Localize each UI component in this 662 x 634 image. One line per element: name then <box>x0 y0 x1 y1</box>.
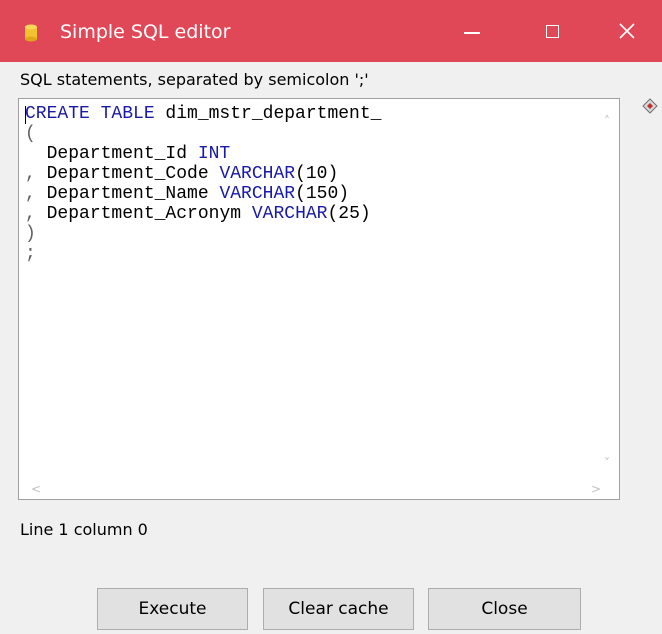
minimize-icon <box>464 32 480 34</box>
sql-token: (10) <box>295 164 339 184</box>
diamond-marker-icon[interactable] <box>642 98 658 114</box>
sql-text-area[interactable]: CREATE TABLE dim_mstr_department_( Depar… <box>18 98 620 500</box>
sql-token: Department_Id <box>25 144 198 164</box>
window-title: Simple SQL editor <box>60 21 231 43</box>
horizontal-scrollbar[interactable]: < > <box>19 481 601 499</box>
title-bar[interactable]: Simple SQL editor <box>0 0 662 62</box>
code-line: , Department_Name VARCHAR(150) <box>25 184 381 204</box>
sql-keyword: CREATE TABLE <box>25 104 155 124</box>
sql-token: Department_Code <box>35 164 220 184</box>
sql-token: (150) <box>295 184 350 204</box>
sql-token: , <box>25 204 36 224</box>
close-window-button[interactable] <box>592 0 662 62</box>
sql-keyword: INT <box>197 144 231 164</box>
vertical-scrollbar[interactable]: ˄ ˅ <box>601 99 619 481</box>
sql-token: Department_Name <box>35 184 220 204</box>
code-line: , Department_Code VARCHAR(10) <box>25 164 381 184</box>
sql-keyword: VARCHAR <box>219 184 296 204</box>
sql-token: dim_mstr_department_ <box>154 104 382 124</box>
sql-token: , <box>25 184 36 204</box>
scroll-right-icon[interactable]: > <box>591 483 601 495</box>
sql-token: ; <box>25 244 36 264</box>
code-line: ) <box>25 224 381 244</box>
scroll-left-icon[interactable]: < <box>31 483 41 495</box>
maximize-button[interactable] <box>512 0 592 62</box>
close-icon <box>619 23 635 39</box>
close-button[interactable]: Close <box>428 588 581 630</box>
sql-token: Department_Acronym <box>35 204 252 224</box>
sql-token: , <box>25 164 36 184</box>
sql-editor-window: Simple SQL editor SQL statements, separa… <box>0 0 662 634</box>
scroll-up-icon[interactable]: ˄ <box>604 115 610 127</box>
database-icon <box>25 24 37 42</box>
sql-token: ( <box>25 124 36 144</box>
sql-code: CREATE TABLE dim_mstr_department_( Depar… <box>25 104 381 264</box>
scroll-down-icon[interactable]: ˅ <box>604 457 610 469</box>
sql-token: ) <box>25 224 36 244</box>
sql-keyword: VARCHAR <box>219 164 296 184</box>
code-line: ; <box>25 244 381 264</box>
cursor-position-status: Line 1 column 0 <box>20 520 148 539</box>
execute-button[interactable]: Execute <box>97 588 248 630</box>
sql-token: (25) <box>327 204 371 224</box>
code-line: Department_Id INT <box>25 144 381 164</box>
code-line: CREATE TABLE dim_mstr_department_ <box>25 104 381 124</box>
clear-cache-button[interactable]: Clear cache <box>263 588 414 630</box>
instructions-label: SQL statements, separated by semicolon '… <box>20 70 369 89</box>
text-caret <box>25 106 26 124</box>
maximize-icon <box>545 24 559 38</box>
code-line: , Department_Acronym VARCHAR(25) <box>25 204 381 224</box>
code-line: ( <box>25 124 381 144</box>
minimize-button[interactable] <box>432 0 512 62</box>
sql-keyword: VARCHAR <box>251 204 328 224</box>
